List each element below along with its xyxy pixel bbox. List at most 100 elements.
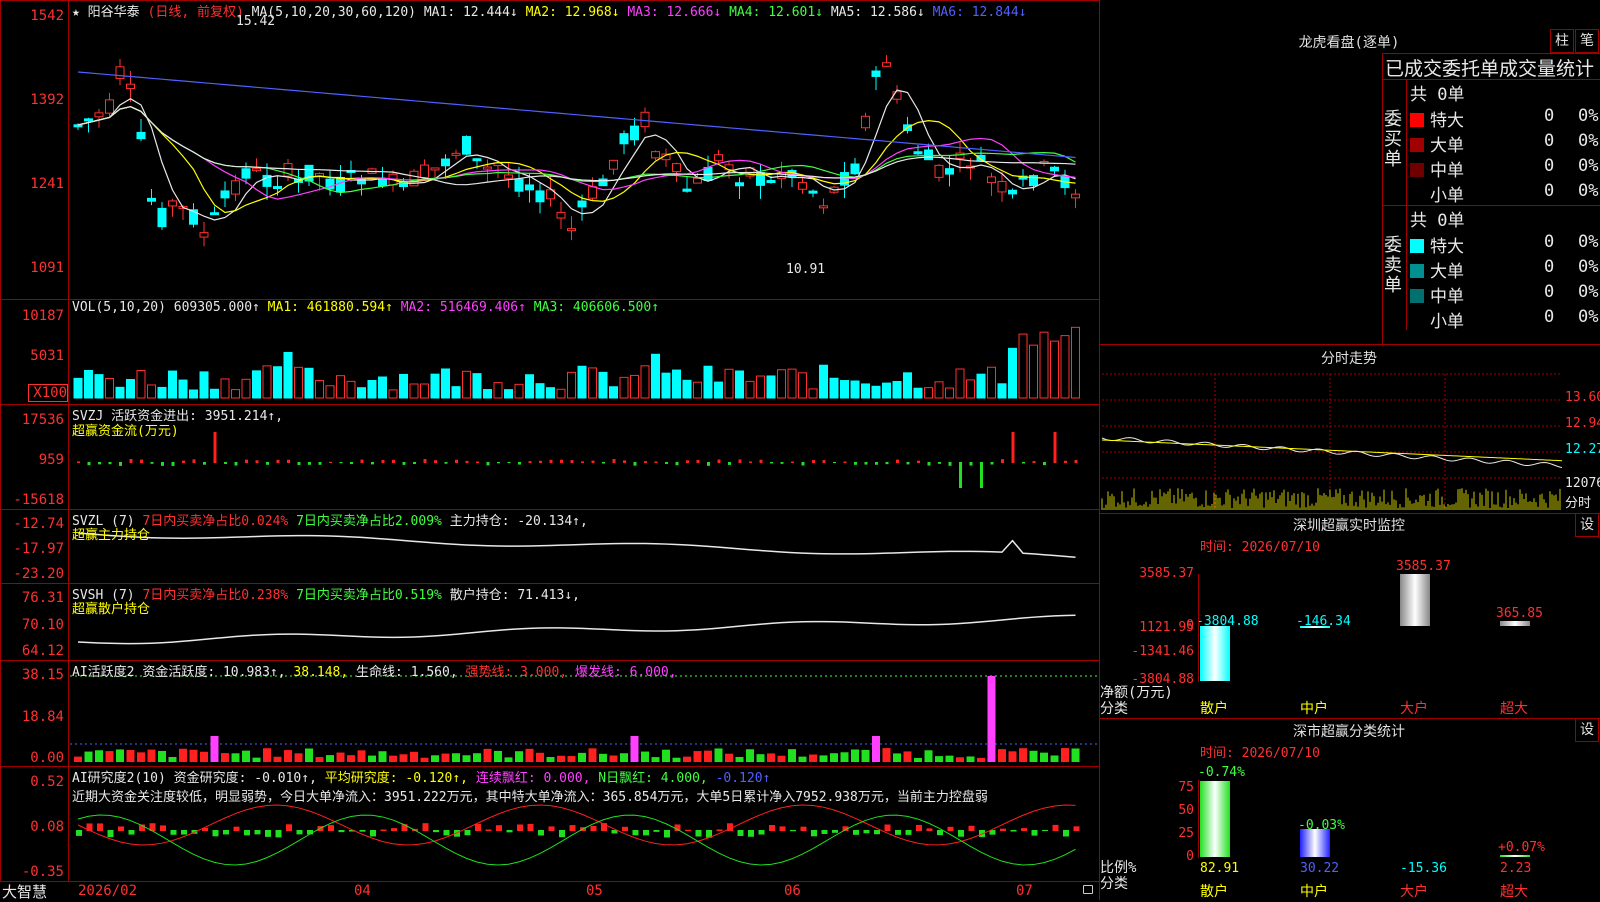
flow-bar: [738, 459, 742, 463]
research-bar: [926, 828, 933, 831]
research-bar: [212, 830, 219, 837]
flow-bar: [770, 462, 773, 464]
flow-bar: [560, 459, 563, 463]
activity-bar: [788, 749, 796, 762]
flow-bar: [906, 462, 910, 465]
flow-bar: [1001, 459, 1004, 463]
volume-bar: [262, 365, 272, 399]
research-bar: [244, 830, 250, 836]
flow-bar: [329, 461, 332, 463]
ai-active-header: AI活跃度2 资金活跃度: 10.983↑, 38.148, 生命线: 1.56…: [72, 661, 677, 680]
candle-body: [241, 168, 251, 179]
activity-bar: [284, 750, 292, 762]
tick-mode-button[interactable]: 笔: [1575, 29, 1599, 53]
flow-bar: [150, 462, 154, 464]
intraday-y-tick: 12.94: [1565, 416, 1600, 431]
activity-bar: [84, 751, 93, 762]
volume-bar: [934, 381, 944, 399]
chart-mode[interactable]: (日线, 前复权): [148, 5, 244, 20]
volume-bar: [661, 372, 671, 399]
ai-research-header: AI研究度2(10) 资金研究度: -0.010↑, 平均研究度: -0.120…: [72, 767, 770, 786]
volume-bar: [1050, 340, 1059, 399]
sz-class-value: -15.36: [1400, 861, 1447, 876]
svzl-line: [77, 532, 1076, 558]
flow-bar: [1043, 462, 1046, 466]
activity-bar: [452, 753, 460, 762]
order-name: 中单: [1430, 161, 1464, 181]
activity-bar: [599, 753, 607, 762]
flow-bar: [696, 459, 700, 463]
svzl-y-tick: -12.74: [13, 516, 64, 532]
svsh-y-tick: 64.12: [21, 643, 64, 659]
research-bar: [968, 825, 975, 831]
order-name: 小单: [1430, 186, 1464, 206]
candle-body: [231, 180, 240, 195]
volume-bar: [703, 365, 713, 399]
ma-label-3: MA3: 12.666↓: [619, 5, 722, 20]
volume-bar: [693, 381, 702, 399]
flow-bar: [455, 459, 458, 463]
candle-body: [73, 124, 83, 128]
research-bar: [506, 830, 513, 833]
volume-bar: [252, 370, 261, 399]
activity-bar: [735, 756, 744, 762]
order-count: 0: [1544, 181, 1555, 201]
activity-bar: [819, 755, 828, 762]
sz-class-settings-button[interactable]: 设: [1575, 718, 1599, 742]
favorite-star-icon[interactable]: ★: [72, 5, 80, 20]
research-bar: [433, 830, 439, 833]
candle-body: [945, 168, 954, 175]
flow-bar: [686, 460, 689, 463]
sz-monitor-bar: [1500, 620, 1530, 626]
flow-bar: [234, 462, 238, 466]
svzj-y-tick: -15618: [13, 492, 64, 508]
activity-bar: [1008, 751, 1017, 762]
lock-icon[interactable]: [1083, 885, 1093, 894]
vol-unit-tick: X100: [28, 384, 68, 402]
intraday-panel[interactable]: [1100, 344, 1600, 515]
candle-body: [682, 188, 692, 192]
research-bar: [475, 823, 481, 831]
ai-research-y-tick: 0.08: [30, 819, 64, 835]
volume-bar: [840, 380, 849, 399]
activity-bar: [431, 755, 439, 762]
volume-bar: [892, 381, 902, 399]
activity-bar: [494, 750, 502, 762]
research-bar: [905, 830, 912, 835]
flow-bar: [969, 462, 973, 466]
sz-monitor-settings-button[interactable]: 设: [1575, 513, 1599, 537]
ma-label-6: MA6: 12.844↓: [924, 5, 1027, 20]
bar-mode-button[interactable]: 柱: [1550, 29, 1574, 53]
order-pct: 0%: [1578, 257, 1599, 277]
flow-bar: [413, 462, 416, 465]
candle-body: [94, 112, 104, 118]
sz-class-category: 超大: [1500, 884, 1528, 900]
research-bar: [884, 824, 891, 831]
volume-bar: [273, 366, 282, 399]
flow-bar: [990, 462, 994, 465]
research-bar: [485, 829, 492, 831]
sz-monitor-y-tick: 3585.37: [1139, 566, 1194, 581]
activity-bar: [252, 757, 261, 762]
flow-bar: [927, 462, 931, 466]
sz-class-axis: [1198, 780, 1199, 858]
flow-bar: [360, 459, 364, 463]
research-bar: [1042, 830, 1048, 832]
intraday-title: 分时走势: [1321, 351, 1377, 367]
activity-bar: [483, 748, 492, 762]
main-header: ★ 阳谷华泰 (日线, 前复权) MA(5,10,20,30,60,120) M…: [72, 1, 1027, 20]
activity-bar: [588, 748, 597, 762]
flow-bar: [875, 462, 878, 465]
sz-monitor-category: 超大: [1500, 701, 1528, 717]
volume-bar: [304, 367, 314, 399]
flow-bar: [476, 461, 479, 463]
volume-bar: [367, 379, 377, 399]
flow-bar: [507, 462, 511, 464]
sz-class-value: 82.91: [1200, 861, 1240, 876]
volume-bar: [745, 380, 755, 399]
flow-bar: [1053, 432, 1057, 463]
candle-body: [735, 182, 744, 187]
flow-bar: [1011, 432, 1015, 463]
ai-research-e: -0.120↑: [715, 771, 771, 786]
research-bar: [779, 826, 786, 831]
